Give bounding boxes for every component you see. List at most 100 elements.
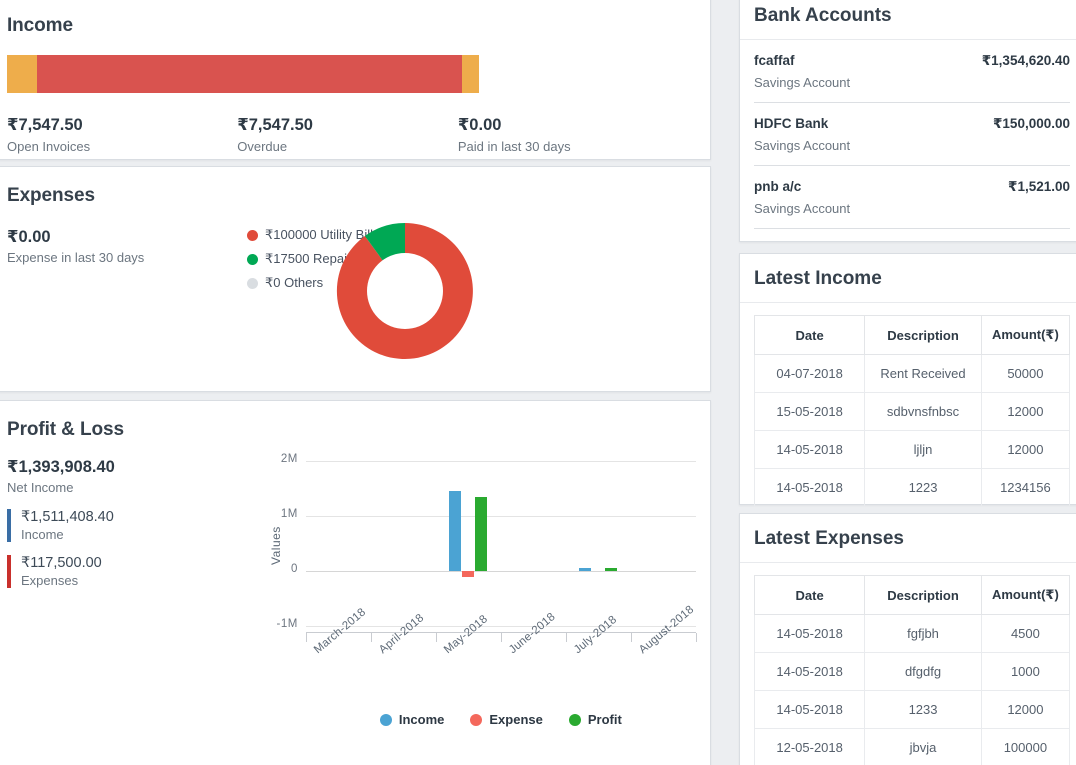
- column-header-description: Description: [864, 575, 982, 615]
- cell-description: ljljn: [864, 430, 982, 469]
- cell-date: 14-05-2018: [753, 430, 866, 469]
- table-row[interactable]: 04-07-2018 Rent Received 50000: [753, 354, 1071, 393]
- legend-dot-icon: [247, 277, 258, 289]
- cell-date: 14-05-2018: [753, 652, 866, 691]
- latest-expenses-rows: 14-05-2018 fgfjbh 4500 14-05-2018 dfgdfg 1000…: [753, 614, 1071, 765]
- cell-date: 12-05-2018: [753, 728, 866, 765]
- chart-bar[interactable]: [475, 497, 488, 571]
- open-invoices-amount: ₹7,547.50: [7, 116, 83, 134]
- table-row[interactable]: 15-05-2018 sdbvnsfnbsc 12000: [753, 392, 1071, 431]
- column-header-date: Date: [753, 575, 866, 615]
- expenses-summary: ₹0.00 Expense in last 30 days: [7, 223, 247, 299]
- bank-account-type: Savings Account: [754, 201, 851, 216]
- latest-expenses-table-wrap: Date Description Amount(₹) 14-05-2018 fgf…: [740, 563, 1076, 765]
- bank-account-row[interactable]: HDFC Bank ₹150,000.00 Savings Account: [754, 103, 1070, 166]
- table-row[interactable]: 14-05-2018 dfgdfg 1000: [753, 652, 1071, 691]
- chart-legend-label: Income: [398, 712, 445, 727]
- expenses-donut-chart: [325, 211, 485, 376]
- chart-bar[interactable]: [605, 568, 618, 571]
- bank-account-row[interactable]: pnb a/c ₹1,521.00 Savings Account: [754, 166, 1070, 229]
- profit-loss-chart: Values 2M 1M 0 -1M March-2018 April-2018 May-…: [261, 447, 697, 747]
- overdue-label: Overdue: [237, 138, 288, 154]
- cell-amount: 1000: [980, 652, 1071, 691]
- table-row[interactable]: 14-05-2018 1223 1234156: [753, 468, 1071, 507]
- table-row[interactable]: 12-05-2018 jbvja 100000: [753, 728, 1071, 765]
- bank-account-balance: ₹1,521.00: [1008, 179, 1070, 194]
- chart-y-tick-label: 0: [290, 563, 298, 575]
- cell-amount: 12000: [980, 690, 1071, 729]
- cell-description: 1223: [864, 468, 982, 507]
- chart-x-tick: [305, 633, 307, 642]
- chart-bar[interactable]: [462, 571, 475, 577]
- income-card: Income ₹7,547.50 Open Invoices ₹7,547.50…: [0, 0, 711, 160]
- table-header-row: Date Description Amount(₹): [753, 315, 1071, 355]
- expenses-amount: ₹0.00: [7, 228, 51, 246]
- expenses-card: Expenses ₹0.00 Expense in last 30 days ₹…: [0, 166, 711, 392]
- chart-bar[interactable]: [449, 491, 462, 571]
- chart-legend-item-income[interactable]: Income: [379, 712, 445, 727]
- chart-plot-area: 2M 1M 0 -1M: [277, 453, 696, 630]
- table-row[interactable]: 14-05-2018 fgfjbh 4500: [753, 614, 1071, 653]
- profit-loss-summary: ₹1,393,908.40 Net Income ₹1,511,408.40 I…: [7, 441, 251, 747]
- bank-accounts-title: Bank Accounts: [740, 0, 1076, 40]
- chart-legend-item-profit[interactable]: Profit: [568, 712, 622, 727]
- pl-income-label: Income: [21, 527, 64, 542]
- table-row[interactable]: 14-05-2018 ljljn 12000: [753, 430, 1071, 469]
- latest-income-title: Latest Income: [740, 254, 1076, 303]
- chart-gridline: [305, 626, 696, 627]
- net-income-label: Net Income: [7, 480, 74, 495]
- cell-amount: 4500: [980, 614, 1071, 653]
- chart-gridline: [305, 516, 696, 517]
- latest-income-table: Date Description Amount(₹) 04-07-2018 Ren…: [753, 315, 1071, 507]
- cell-amount: 12000: [980, 430, 1071, 469]
- income-stat-paid: ₹0.00 Paid in last 30 days: [458, 115, 690, 154]
- cell-description: Rent Received: [864, 354, 982, 393]
- cell-amount: 100000: [980, 728, 1071, 765]
- donut-hole: [367, 253, 443, 329]
- bank-account-row[interactable]: fcaffaf ₹1,354,620.40 Savings Account: [754, 40, 1070, 103]
- expenses-card-title: Expenses: [7, 185, 95, 206]
- latest-expenses-card: Latest Expenses Date Description Amount(…: [739, 513, 1076, 765]
- left-column: Income ₹7,547.50 Open Invoices ₹7,547.50…: [0, 0, 711, 765]
- cell-description: dfgdfg: [864, 652, 982, 691]
- chart-x-tick: [630, 633, 632, 642]
- legend-dot-icon: [379, 713, 392, 726]
- cell-amount: 12000: [980, 392, 1071, 431]
- paid-label: Paid in last 30 days: [457, 138, 571, 154]
- latest-income-rows: 04-07-2018 Rent Received 50000 15-05-2018 sd…: [753, 354, 1071, 507]
- income-progress-bar: [7, 55, 479, 93]
- overdue-amount: ₹7,547.50: [237, 116, 313, 134]
- donut-svg: [336, 222, 473, 359]
- pl-income-amount: ₹1,511,408.40: [21, 509, 114, 525]
- income-bar-segment-paid: [462, 55, 479, 93]
- paid-amount: ₹0.00: [457, 116, 502, 134]
- chart-bar[interactable]: [579, 567, 592, 571]
- chart-gridline: [305, 461, 696, 462]
- income-stats: ₹7,547.50 Open Invoices ₹7,547.50 Overdu…: [7, 115, 690, 154]
- cell-date: 15-05-2018: [753, 392, 866, 431]
- chart-x-tick: [370, 633, 372, 642]
- legend-dot-icon: [568, 713, 581, 726]
- cell-amount: 50000: [980, 354, 1071, 393]
- bank-account-name: pnb a/c: [754, 179, 802, 194]
- chart-y-tick-label: 1M: [280, 508, 298, 520]
- profit-loss-card-title: Profit & Loss: [7, 419, 124, 440]
- cell-date: 14-05-2018: [753, 614, 866, 653]
- bank-row-header: HDFC Bank ₹150,000.00: [754, 116, 1070, 132]
- chart-x-tick: [500, 633, 502, 642]
- bank-row-header: pnb a/c ₹1,521.00: [754, 179, 1070, 195]
- chart-x-tick: [695, 633, 697, 642]
- open-invoices-label: Open Invoices: [7, 138, 91, 154]
- column-header-amount: Amount(₹): [980, 315, 1071, 355]
- chart-legend-item-expense[interactable]: Expense: [470, 712, 543, 727]
- bank-row-header: fcaffaf ₹1,354,620.40: [754, 53, 1070, 69]
- bank-account-name: HDFC Bank: [754, 116, 829, 131]
- bank-accounts-list: fcaffaf ₹1,354,620.40 Savings Account HD…: [740, 40, 1076, 229]
- bank-accounts-card: Bank Accounts fcaffaf ₹1,354,620.40 Savi…: [739, 0, 1076, 242]
- table-row[interactable]: 14-05-2018 1233 12000: [753, 690, 1071, 729]
- bank-account-name: fcaffaf: [754, 53, 795, 68]
- chart-x-axis: March-2018 April-2018 May-2018 June-2018 Jul…: [305, 604, 697, 656]
- legend-dot-icon: [470, 713, 483, 726]
- column-header-amount: Amount(₹): [980, 575, 1071, 615]
- pl-expenses-amount: ₹117,500.00: [21, 555, 102, 571]
